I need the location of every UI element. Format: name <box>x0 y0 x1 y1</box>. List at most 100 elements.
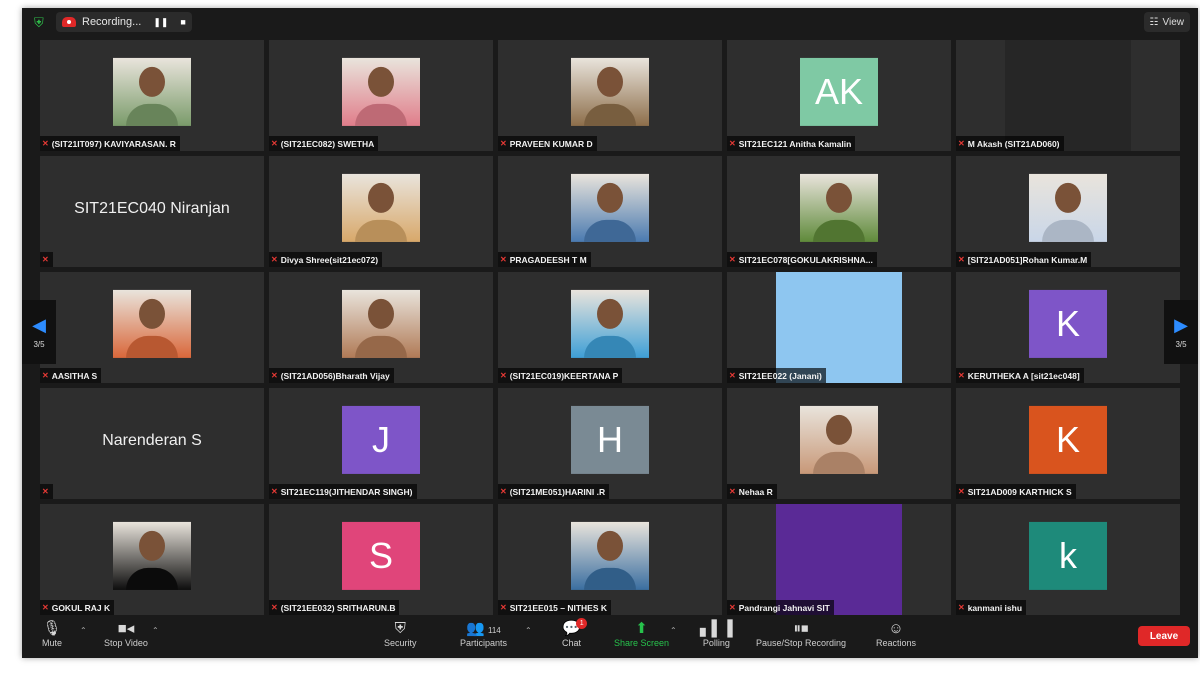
participant-tile[interactable]: ✕ SIT21EE022 (Janani) <box>727 272 951 383</box>
participant-name: (SIT21ME051)HARINI .R <box>509 486 606 497</box>
participant-label: ✕ (SIT21EE032) SRITHARUN.B <box>269 600 400 615</box>
participant-tile[interactable]: ✕ PRAVEEN KUMAR D <box>498 40 722 151</box>
chevron-up-icon[interactable]: ⌃ <box>670 626 677 635</box>
participants-button[interactable]: 👥 114 Participants <box>460 620 507 648</box>
participant-label: ✕ SIT21EC121 Anitha Kamalin <box>727 136 856 151</box>
person-body <box>126 567 178 590</box>
participant-tile[interactable]: ✕ AASITHA S <box>40 272 264 383</box>
participant-label: ✕ SIT21EC119(JITHENDAR SINGH) <box>269 484 417 499</box>
muted-mic-icon: ✕ <box>42 255 49 264</box>
participant-video <box>1029 173 1107 242</box>
participant-label: ✕ GOKUL RAJ K <box>40 600 115 615</box>
participant-label: ✕ (SIT21EC019)KEERTANA P <box>498 368 623 383</box>
participant-tile[interactable]: AK ✕ SIT21EC121 Anitha Kamalin <box>727 40 951 151</box>
avatar: S <box>342 521 420 590</box>
participant-tile[interactable]: ✕ (SIT21EC019)KEERTANA P <box>498 272 722 383</box>
previous-page-button[interactable]: ◀ 3/5 <box>22 300 56 364</box>
emoji-icon: ☺ <box>888 620 904 637</box>
pause-stop-icon: ⏸⏹ <box>793 620 809 637</box>
participant-label: ✕ SIT21EC078[GOKULAKRISHNA... <box>727 252 877 267</box>
chevron-up-icon[interactable]: ⌃ <box>80 626 87 635</box>
participant-name: kanmani ishu <box>967 602 1023 613</box>
participant-tile[interactable]: Narenderan S ✕ <box>40 388 264 499</box>
page-indicator: 3/5 <box>33 340 45 349</box>
avatar: H <box>571 405 649 474</box>
shield-icon[interactable]: ⛨ <box>34 16 46 29</box>
stop-recording-button[interactable]: ■ <box>180 17 185 27</box>
shield-icon: ⛨ <box>394 620 406 637</box>
person-silhouette <box>139 298 165 329</box>
muted-mic-icon: ✕ <box>729 603 736 612</box>
share-screen-icon: ⬆ <box>635 620 648 637</box>
mute-button[interactable]: 🎙 Mute <box>42 620 62 648</box>
participant-tile[interactable]: ✕ M Akash (SIT21AD060) <box>956 40 1180 151</box>
avatar: J <box>342 405 420 474</box>
participant-name: (SIT21EC019)KEERTANA P <box>509 370 619 381</box>
muted-mic-icon: ✕ <box>42 487 49 496</box>
participant-tile[interactable]: K ✕ KERUTHEKA A [sit21ec048] <box>956 272 1180 383</box>
chat-button[interactable]: 💬 1 Chat <box>562 618 588 648</box>
next-page-button[interactable]: ▶ 3/5 <box>1164 300 1198 364</box>
arrow-right-icon: ▶ <box>1174 315 1188 335</box>
chevron-up-icon[interactable]: ⌃ <box>152 626 159 635</box>
participant-tile[interactable]: S ✕ (SIT21EE032) SRITHARUN.B <box>269 504 493 615</box>
participant-tile[interactable]: ✕ (SIT21IT097) KAVIYARASAN. R <box>40 40 264 151</box>
participant-video <box>342 289 420 358</box>
avatar: AK <box>800 57 878 126</box>
participant-video <box>776 504 902 615</box>
participant-label: ✕ PRAVEEN KUMAR D <box>498 136 597 151</box>
arrow-left-icon: ◀ <box>32 315 46 335</box>
view-label: View <box>1162 16 1185 28</box>
participant-name: AASITHA S <box>51 370 98 381</box>
chevron-up-icon[interactable]: ⌃ <box>525 626 532 635</box>
polling-button[interactable]: ▖▌▐ Polling <box>700 620 733 648</box>
person-body <box>355 335 407 358</box>
participant-tile[interactable]: ✕ Nehaa R <box>727 388 951 499</box>
leave-button[interactable]: Leave <box>1138 626 1190 646</box>
muted-mic-icon: ✕ <box>500 487 507 496</box>
participant-tile[interactable]: ✕ Pandrangi Jahnavi SIT <box>727 504 951 615</box>
pause-recording-button[interactable]: ❚❚ <box>153 17 168 28</box>
pause-stop-recording-button[interactable]: ⏸⏹ Pause/Stop Recording <box>756 620 846 648</box>
participant-tile[interactable]: ✕ SIT21EE015 – NITHES K <box>498 504 722 615</box>
zoom-window: ⛨ Recording... ❚❚ ■ ☷ View ✕ (SIT21IT097)… <box>22 8 1198 658</box>
avatar: k <box>1029 521 1107 590</box>
view-button[interactable]: ☷ View <box>1143 12 1190 32</box>
participant-tile[interactable]: k ✕ kanmani ishu <box>956 504 1180 615</box>
participant-name: GOKUL RAJ K <box>51 602 111 613</box>
participant-label: ✕ KERUTHEKA A [sit21ec048] <box>956 368 1084 383</box>
participant-tile[interactable]: SIT21EC040 Niranjan ✕ <box>40 156 264 267</box>
participant-tile[interactable]: ✕ GOKUL RAJ K <box>40 504 264 615</box>
stop-video-button[interactable]: ■◂ Stop Video <box>104 620 148 648</box>
recording-label: Recording... <box>82 16 142 28</box>
muted-mic-icon: ✕ <box>271 487 278 496</box>
person-silhouette <box>139 530 165 561</box>
participant-tile[interactable]: K ✕ SIT21AD009 KARTHICK S <box>956 388 1180 499</box>
participant-label: ✕ (SIT21IT097) KAVIYARASAN. R <box>40 136 180 151</box>
person-body <box>813 451 865 474</box>
muted-mic-icon: ✕ <box>729 487 736 496</box>
participant-tile[interactable]: ✕ (SIT21EC082) SWETHA <box>269 40 493 151</box>
muted-mic-icon: ✕ <box>271 139 278 148</box>
participant-video <box>1005 40 1131 151</box>
participant-tile[interactable]: ✕ (SIT21AD056)Bharath Vijay <box>269 272 493 383</box>
participant-label: ✕ [SIT21AD051]Rohan Kumar.M <box>956 252 1092 267</box>
person-silhouette <box>1055 182 1081 213</box>
participant-tile[interactable]: J ✕ SIT21EC119(JITHENDAR SINGH) <box>269 388 493 499</box>
participant-tile[interactable]: ✕ PRAGADEESH T M <box>498 156 722 267</box>
muted-mic-icon: ✕ <box>958 255 965 264</box>
participant-tile[interactable]: ✕ [SIT21AD051]Rohan Kumar.M <box>956 156 1180 267</box>
grid-icon: ☷ <box>1149 16 1159 28</box>
participant-video <box>113 289 191 358</box>
security-button[interactable]: ⛨ Security <box>384 620 417 648</box>
participant-name: (SIT21EE032) SRITHARUN.B <box>280 602 396 613</box>
participant-tile[interactable]: ✕ Divya Shree(sit21ec072) <box>269 156 493 267</box>
person-silhouette <box>368 182 394 213</box>
participant-label: ✕ M Akash (SIT21AD060) <box>956 136 1064 151</box>
participant-video <box>571 521 649 590</box>
meeting-toolbar: 🎙 Mute ⌃ ■◂ Stop Video ⌃ ⛨ Security 👥 114… <box>22 616 1198 658</box>
share-screen-button[interactable]: ⬆ Share Screen <box>614 620 669 648</box>
reactions-button[interactable]: ☺ Reactions <box>876 620 916 648</box>
participant-tile[interactable]: H ✕ (SIT21ME051)HARINI .R <box>498 388 722 499</box>
participant-tile[interactable]: ✕ SIT21EC078[GOKULAKRISHNA... <box>727 156 951 267</box>
